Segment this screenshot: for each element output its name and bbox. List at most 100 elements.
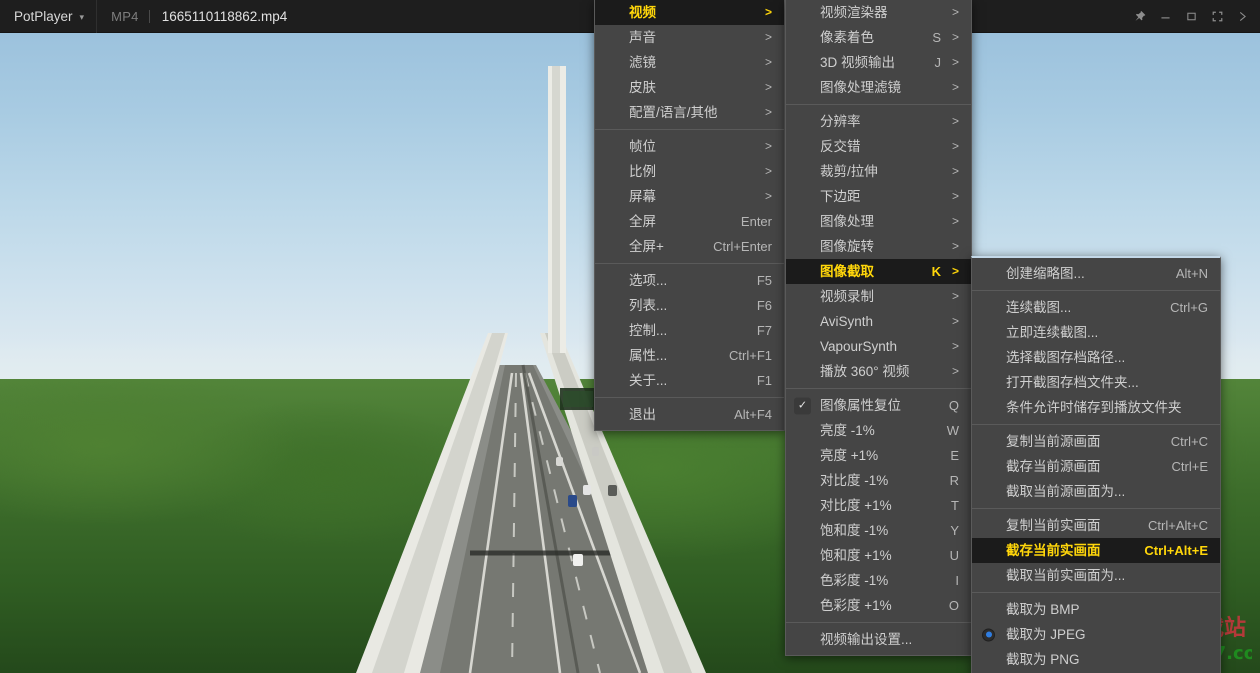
menu-item-AviSynth[interactable]: AviSynth > xyxy=(786,309,971,334)
menu-separator xyxy=(972,592,1220,593)
menu-item-创建缩略图[interactable]: 创建缩略图... Alt+N xyxy=(972,261,1220,286)
menu-item-下边距[interactable]: 下边距 > xyxy=(786,184,971,209)
menu-item-图像旋转[interactable]: 图像旋转 > xyxy=(786,234,971,259)
maximize-icon[interactable] xyxy=(1178,0,1204,33)
menu-item-帧位[interactable]: 帧位 > xyxy=(595,134,784,159)
menu-item-像素着色[interactable]: 像素着色 S > xyxy=(786,25,971,50)
menu-item-label: 截取为 JPEG xyxy=(1006,627,1086,642)
menu-item-shortcut: F6 xyxy=(756,298,772,313)
menu-item-比例[interactable]: 比例 > xyxy=(595,159,784,184)
menu-item-选项[interactable]: 选项... F5 xyxy=(595,268,784,293)
submenu-arrow-icon: > xyxy=(764,189,772,203)
menu-item-复制当前源画面[interactable]: 复制当前源画面 Ctrl+C xyxy=(972,429,1220,454)
menu-item-截取为PNG[interactable]: 截取为 PNG xyxy=(972,647,1220,672)
menu-item-label: 图像旋转 xyxy=(820,239,874,254)
menu-item-label: 视频输出设置... xyxy=(820,632,913,647)
menu-item-3D视频输出[interactable]: 3D 视频输出 J > xyxy=(786,50,971,75)
menu-item-图像截取[interactable]: 图像截取 K > xyxy=(786,259,971,284)
menu-item-亮度+1[interactable]: 亮度 +1% E xyxy=(786,443,971,468)
menu-item-配置语言其他[interactable]: 配置/语言/其他 > xyxy=(595,100,784,125)
menu-item-图像处理滤镜[interactable]: 图像处理滤镜 > xyxy=(786,75,971,100)
menu-item-对比度1[interactable]: 对比度 -1% R xyxy=(786,468,971,493)
menu-item-label: 选择截图存档路径... xyxy=(1006,350,1126,365)
menu-item-label: 控制... xyxy=(629,323,668,338)
menu-item-播放360视频[interactable]: 播放 360° 视频 > xyxy=(786,359,971,384)
menu-item-打开截图存档文件夹[interactable]: 打开截图存档文件夹... xyxy=(972,370,1220,395)
menu-item-shortcut: W xyxy=(946,423,959,438)
submenu-arrow-icon: > xyxy=(951,314,959,328)
menu-item-视频[interactable]: 视频 > xyxy=(595,0,784,25)
menu-item-图像处理[interactable]: 图像处理 > xyxy=(786,209,971,234)
menu-item-控制[interactable]: 控制... F7 xyxy=(595,318,784,343)
menu-item-shortcut: Alt+N xyxy=(1175,266,1208,281)
menu-item-反交错[interactable]: 反交错 > xyxy=(786,134,971,159)
menu-item-对比度+1[interactable]: 对比度 +1% T xyxy=(786,493,971,518)
menu-item-立即连续截图[interactable]: 立即连续截图... xyxy=(972,320,1220,345)
menu-item-视频渲染器[interactable]: 视频渲染器 > xyxy=(786,0,971,25)
menu-separator xyxy=(595,263,784,264)
submenu-arrow-icon: > xyxy=(951,189,959,203)
menu-separator xyxy=(595,397,784,398)
app-name: PotPlayer xyxy=(14,8,73,24)
submenu-arrow-icon: > xyxy=(951,139,959,153)
menu-item-滤镜[interactable]: 滤镜 > xyxy=(595,50,784,75)
menu-item-label: 分辨率 xyxy=(820,114,861,129)
submenu-arrow-icon: > xyxy=(951,55,959,69)
menu-item-属性[interactable]: 属性... Ctrl+F1 xyxy=(595,343,784,368)
image-capture-submenu[interactable]: 创建缩略图... Alt+N 连续截图... Ctrl+G 立即连续截图... 选择截图存… xyxy=(971,256,1221,673)
menu-item-皮肤[interactable]: 皮肤 > xyxy=(595,75,784,100)
menu-item-饱和度1[interactable]: 饱和度 -1% Y xyxy=(786,518,971,543)
menu-item-截存当前源画面[interactable]: 截存当前源画面 Ctrl+E xyxy=(972,454,1220,479)
menu-item-全屏[interactable]: 全屏 Enter xyxy=(595,209,784,234)
menu-item-色彩度1[interactable]: 色彩度 -1% I xyxy=(786,568,971,593)
menu-item-label: 视频 xyxy=(629,5,656,20)
menu-item-色彩度+1[interactable]: 色彩度 +1% O xyxy=(786,593,971,618)
menu-item-选择截图存档路径[interactable]: 选择截图存档路径... xyxy=(972,345,1220,370)
menu-item-裁剪拉伸[interactable]: 裁剪/拉伸 > xyxy=(786,159,971,184)
menu-item-截取为BMP[interactable]: 截取为 BMP xyxy=(972,597,1220,622)
menu-item-截存当前实画面[interactable]: 截存当前实画面 Ctrl+Alt+E xyxy=(972,538,1220,563)
menu-item-视频录制[interactable]: 视频录制 > xyxy=(786,284,971,309)
menu-item-退出[interactable]: 退出 Alt+F4 xyxy=(595,402,784,427)
submenu-arrow-icon: > xyxy=(951,239,959,253)
menu-item-label: 视频渲染器 xyxy=(820,5,888,20)
menu-item-label: 关于... xyxy=(629,373,668,388)
menu-item-声音[interactable]: 声音 > xyxy=(595,25,784,50)
menu-item-shortcut: O xyxy=(948,598,959,613)
menu-item-label: 对比度 -1% xyxy=(820,473,889,488)
app-menu-button[interactable]: PotPlayer ▾ xyxy=(0,0,96,33)
menu-item-屏幕[interactable]: 屏幕 > xyxy=(595,184,784,209)
menu-item-关于[interactable]: 关于... F1 xyxy=(595,368,784,393)
menu-item-视频输出设置[interactable]: 视频输出设置... xyxy=(786,627,971,652)
submenu-arrow-icon: > xyxy=(951,289,959,303)
menu-item-label: 3D 视频输出 xyxy=(820,55,896,70)
menu-item-图像属性复位[interactable]: ✓ 图像属性复位 Q xyxy=(786,393,971,418)
menu-item-截取当前实画面为[interactable]: 截取当前实画面为... xyxy=(972,563,1220,588)
menu-item-shortcut: F5 xyxy=(756,273,772,288)
menu-item-亮度1[interactable]: 亮度 -1% W xyxy=(786,418,971,443)
menu-item-label: 截存当前实画面 xyxy=(1006,543,1101,558)
menu-item-shortcut: Ctrl+E xyxy=(1171,459,1208,474)
menu-item-连续截图[interactable]: 连续截图... Ctrl+G xyxy=(972,295,1220,320)
menu-item-截取当前源画面为[interactable]: 截取当前源画面为... xyxy=(972,479,1220,504)
main-context-menu[interactable]: 视频 > 声音 > 滤镜 > 皮肤 > 配置/语言/其他 > 帧位 > 比例 > 屏幕 > 全屏 Enter 全屏+… xyxy=(594,0,785,431)
menu-item-复制当前实画面[interactable]: 复制当前实画面 Ctrl+Alt+C xyxy=(972,513,1220,538)
menu-item-VapourSynth[interactable]: VapourSynth > xyxy=(786,334,971,359)
menu-item-label: 立即连续截图... xyxy=(1006,325,1099,340)
menu-item-截取为JPEG[interactable]: 截取为 JPEG xyxy=(972,622,1220,647)
menu-item-全屏+[interactable]: 全屏+ Ctrl+Enter xyxy=(595,234,784,259)
video-submenu[interactable]: 视频渲染器 > 像素着色 S >3D 视频输出 J > 图像处理滤镜 > 分辨率 > 反交错 > 裁剪/拉… xyxy=(785,0,972,656)
menu-item-饱和度+1[interactable]: 饱和度 +1% U xyxy=(786,543,971,568)
menu-item-label: 皮肤 xyxy=(629,80,656,95)
pin-icon[interactable] xyxy=(1126,0,1152,33)
menu-item-shortcut: J xyxy=(934,55,942,70)
close-icon[interactable] xyxy=(1230,0,1256,33)
menu-separator xyxy=(786,104,971,105)
menu-item-label: 对比度 +1% xyxy=(820,498,892,513)
menu-item-列表[interactable]: 列表... F6 xyxy=(595,293,784,318)
fullscreen-icon[interactable] xyxy=(1204,0,1230,33)
menu-item-分辨率[interactable]: 分辨率 > xyxy=(786,109,971,134)
menu-item-条件允许时储存到播放文件夹[interactable]: 条件允许时储存到播放文件夹 xyxy=(972,395,1220,420)
minimize-icon[interactable] xyxy=(1152,0,1178,33)
menu-item-shortcut: U xyxy=(949,548,959,563)
